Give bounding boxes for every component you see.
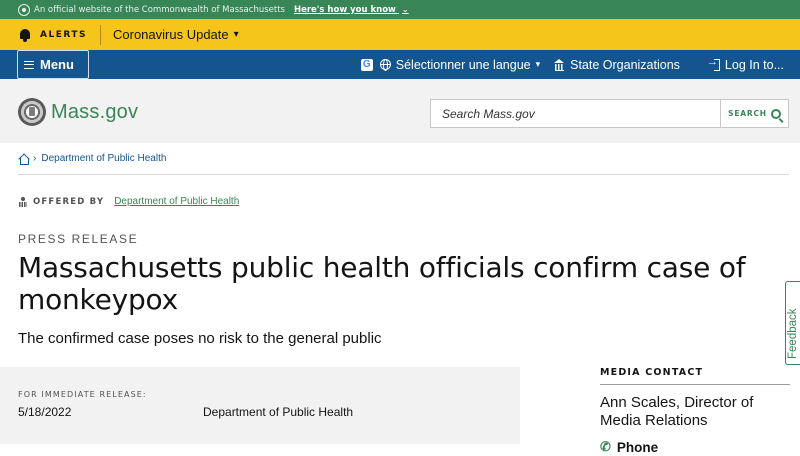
page-subtitle: The confirmed case poses no risk to the … <box>18 330 382 347</box>
nav-utility-links: G Sélectionner une langue ▾ State Organi… <box>360 50 784 79</box>
media-contact-phone: ✆ Phone <box>600 439 658 455</box>
chevron-down-icon: ⌄ <box>401 4 409 14</box>
breadcrumb-item-dph[interactable]: Department of Public Health <box>41 153 166 164</box>
breadcrumb: › Department of Public Health <box>18 153 166 165</box>
feedback-tab[interactable]: Feedback <box>785 281 800 365</box>
phone-label: Phone <box>616 439 659 455</box>
state-organizations-link[interactable]: State Organizations <box>570 58 680 72</box>
release-info-box: FOR IMMEDIATE RELEASE: 5/18/2022 Departm… <box>0 367 520 444</box>
coronavirus-update-toggle[interactable]: Coronavirus Update ▾ <box>113 27 239 42</box>
official-text: An official website of the Commonwealth … <box>34 4 285 15</box>
chevron-down-icon: ▾ <box>233 29 239 40</box>
mass-seal-icon[interactable] <box>18 98 46 126</box>
media-contact-divider <box>600 384 790 385</box>
offered-by: OFFERED BY Department of Public Health <box>18 196 239 207</box>
bell-icon <box>18 28 32 42</box>
offered-by-label: OFFERED BY <box>33 196 105 207</box>
language-selector[interactable]: Sélectionner une langue <box>396 58 531 72</box>
official-website-bar: An official website of the Commonwealth … <box>0 0 800 19</box>
release-org: Department of Public Health <box>203 405 354 419</box>
search-form: SEARCH <box>430 99 789 128</box>
home-icon[interactable] <box>18 154 29 165</box>
search-icon <box>770 108 781 119</box>
release-date: 5/18/2022 <box>18 405 72 419</box>
alerts-label: ALERTS <box>40 29 87 40</box>
search-input[interactable] <box>431 100 721 127</box>
divider <box>18 174 789 175</box>
feedback-label: Feedback <box>787 308 799 359</box>
login-link[interactable]: Log In to... <box>725 58 784 72</box>
offered-by-org-link[interactable]: Department of Public Health <box>114 196 239 207</box>
login-icon <box>707 56 720 71</box>
phone-icon: ✆ <box>600 439 611 454</box>
menu-button[interactable]: Menu <box>17 50 89 79</box>
media-contact-name: Ann Scales, Director of Media Relations <box>600 394 754 429</box>
site-logo[interactable]: Mass.gov <box>51 101 138 124</box>
hamburger-icon <box>24 60 34 69</box>
seal-icon <box>18 3 30 16</box>
google-translate-icon: G <box>360 58 373 71</box>
alerts-bar: ALERTS Coronavirus Update ▾ <box>0 19 800 50</box>
heres-how-you-know-label: Here's how you know <box>293 4 396 15</box>
search-button[interactable]: SEARCH <box>720 100 788 127</box>
release-label: FOR IMMEDIATE RELEASE: <box>18 390 147 399</box>
site-header: Mass.gov SEARCH <box>0 79 800 143</box>
menu-label: Menu <box>40 57 74 72</box>
search-button-label: SEARCH <box>728 109 767 118</box>
alerts-divider <box>100 24 101 45</box>
breadcrumb-separator: › <box>33 153 37 164</box>
page-category: PRESS RELEASE <box>18 232 139 246</box>
coronavirus-update-label: Coronavirus Update <box>113 27 229 42</box>
globe-icon <box>379 59 391 71</box>
chevron-down-icon: ▾ <box>535 59 541 69</box>
organization-icon <box>18 196 28 207</box>
heres-how-you-know-link[interactable]: Here's how you know ⌄ <box>294 5 409 15</box>
media-contact-heading: MEDIA CONTACT <box>600 367 704 378</box>
building-icon <box>554 59 565 71</box>
main-nav-bar: Menu G Sélectionner une langue ▾ State O… <box>0 50 800 79</box>
page-title: Massachusetts public health officials co… <box>18 251 746 316</box>
